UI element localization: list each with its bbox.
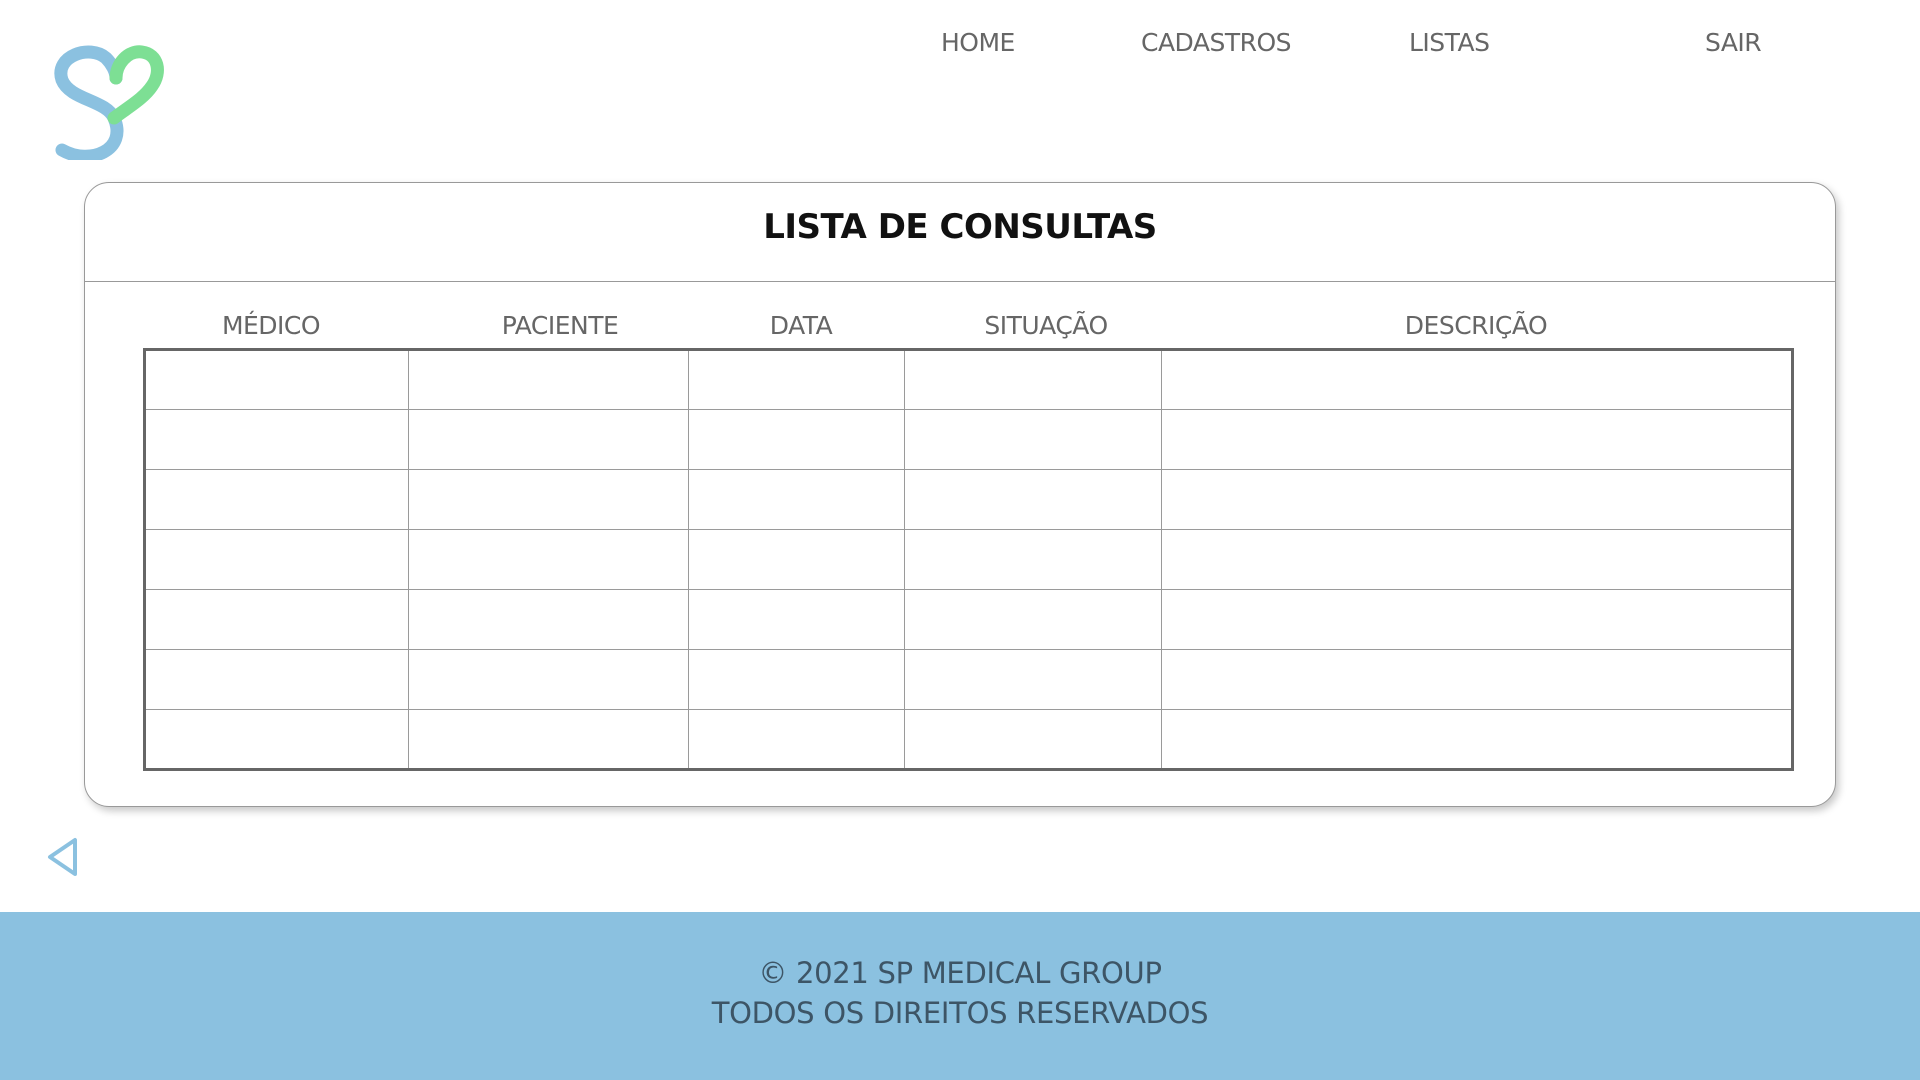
cell-paciente [408,529,689,590]
cell-paciente [408,409,689,470]
consultas-table [143,348,1794,771]
consultas-card: LISTA DE CONSULTAS MÉDICO PACIENTE DATA … [84,182,1836,807]
nav-cadastros-link[interactable]: CADASTROS [1141,28,1292,57]
cell-medico [144,409,409,470]
cell-paciente [408,469,689,530]
cell-data [688,529,905,590]
cell-descricao [1161,649,1793,710]
cell-medico [144,709,409,770]
column-header-data: DATA [769,311,833,340]
cell-descricao [1161,589,1793,650]
table-row [144,709,1793,770]
cell-data [688,589,905,650]
title-divider [85,281,1835,282]
page: HOME CADASTROS LISTAS SAIR LISTA DE CONS… [0,0,1920,1080]
column-header-medico: MÉDICO [221,311,321,340]
cell-paciente [408,349,689,410]
table-row [144,469,1793,530]
back-arrow-icon[interactable] [46,836,80,878]
cell-situacao [904,349,1162,410]
cell-descricao [1161,469,1793,530]
nav-sair-link[interactable]: SAIR [1705,28,1762,57]
table-row [144,349,1793,410]
cell-descricao [1161,409,1793,470]
footer: © 2021 SP MEDICAL GROUP TODOS OS DIREITO… [0,912,1920,1080]
cell-descricao [1161,709,1793,770]
cell-data [688,469,905,530]
cell-situacao [904,469,1162,530]
cell-medico [144,529,409,590]
cell-medico [144,589,409,650]
cell-paciente [408,709,689,770]
cell-situacao [904,529,1162,590]
cell-data [688,349,905,410]
table-row [144,409,1793,470]
table-row [144,649,1793,710]
cell-paciente [408,589,689,650]
nav-home-link[interactable]: HOME [941,28,1015,57]
column-header-situacao: SITUAÇÃO [984,311,1108,340]
cell-situacao [904,409,1162,470]
cell-medico [144,469,409,530]
cell-data [688,409,905,470]
cell-situacao [904,709,1162,770]
cell-data [688,709,905,770]
nav-listas-link[interactable]: LISTAS [1409,28,1490,57]
cell-situacao [904,649,1162,710]
cell-data [688,649,905,710]
cell-situacao [904,589,1162,650]
column-header-paciente: PACIENTE [501,311,619,340]
cell-medico [144,649,409,710]
table-row [144,589,1793,650]
cell-medico [144,349,409,410]
page-title: LISTA DE CONSULTAS [763,207,1157,247]
table-row [144,529,1793,590]
cell-descricao [1161,349,1793,410]
cell-paciente [408,649,689,710]
footer-rights: TODOS OS DIREITOS RESERVADOS [711,996,1209,1030]
column-header-descricao: DESCRIÇÃO [1404,311,1548,340]
cell-descricao [1161,529,1793,590]
sp-medical-logo-icon[interactable] [50,38,166,160]
footer-copyright: © 2021 SP MEDICAL GROUP [758,956,1162,990]
